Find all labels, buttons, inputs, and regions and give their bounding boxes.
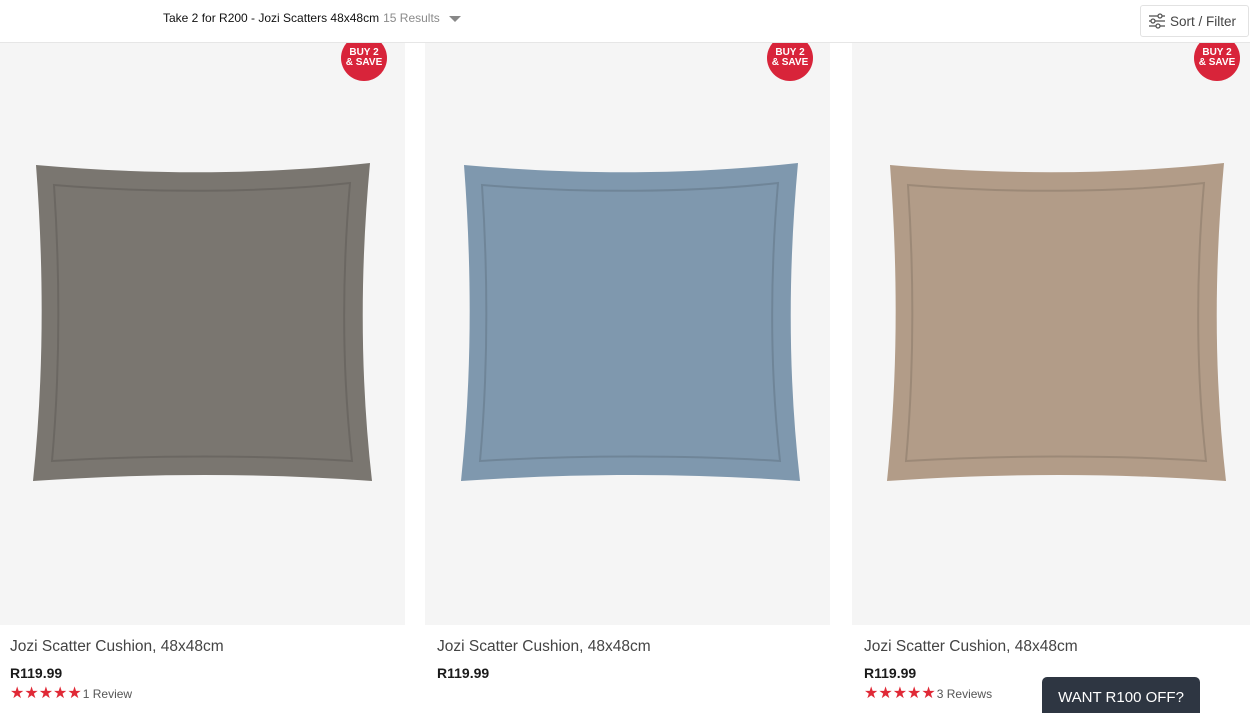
product-card[interactable]: BUY 2 & SAVE Jozi Scatter Cushion, 48x48… xyxy=(425,43,830,713)
top-bar: Take 2 for R200 - Jozi Scatters 48x48cm … xyxy=(0,0,1250,43)
chevron-down-icon[interactable] xyxy=(448,15,461,22)
product-image[interactable]: BUY 2 & SAVE xyxy=(0,43,405,625)
star-icon: ★ xyxy=(921,685,936,702)
buy2-save-badge: BUY 2 & SAVE xyxy=(1194,43,1240,81)
star-icon: ★ xyxy=(67,685,82,702)
star-icon: ★ xyxy=(24,685,39,702)
discount-promo-button[interactable]: WANT R100 OFF? xyxy=(1042,677,1200,713)
product-title[interactable]: Jozi Scatter Cushion, 48x48cm xyxy=(437,638,651,656)
collection-title: Take 2 for R200 - Jozi Scatters 48x48cm xyxy=(163,11,380,25)
product-image[interactable]: BUY 2 & SAVE xyxy=(852,43,1250,625)
buy2-save-badge: BUY 2 & SAVE xyxy=(341,43,387,81)
product-card[interactable]: BUY 2 & SAVE Jozi Scatter Cushion, 48x48… xyxy=(852,43,1250,713)
star-icon: ★ xyxy=(53,685,68,702)
product-price: R119.99 xyxy=(864,665,917,681)
product-price: R119.99 xyxy=(437,665,490,681)
product-title[interactable]: Jozi Scatter Cushion, 48x48cm xyxy=(10,638,224,656)
buy2-save-badge: BUY 2 & SAVE xyxy=(767,43,813,81)
review-count[interactable]: 1 Review xyxy=(83,687,132,701)
star-icon: ★ xyxy=(10,685,25,702)
product-card[interactable]: BUY 2 & SAVE Jozi Scatter Cushion, 48x48… xyxy=(0,43,405,713)
cushion-image xyxy=(461,163,800,481)
star-icon: ★ xyxy=(892,685,908,702)
star-rating: ★ ★ ★ ★ ★ xyxy=(10,686,82,702)
star-icon: ★ xyxy=(878,685,893,702)
breadcrumb[interactable]: Take 2 for R200 - Jozi Scatters 48x48cm … xyxy=(163,11,461,25)
product-image[interactable]: BUY 2 & SAVE xyxy=(425,43,830,625)
cushion-image xyxy=(33,163,372,481)
star-icon: ★ xyxy=(38,685,54,702)
product-title[interactable]: Jozi Scatter Cushion, 48x48cm xyxy=(864,638,1078,656)
sort-filter-label: Sort / Filter xyxy=(1170,13,1237,29)
product-rating[interactable]: ★ ★ ★ ★ ★ 1 Review xyxy=(10,686,132,702)
sort-filter-button[interactable]: Sort / Filter xyxy=(1140,5,1249,37)
sliders-icon xyxy=(1149,13,1165,29)
product-price: R119.99 xyxy=(10,665,63,681)
star-icon: ★ xyxy=(864,685,879,702)
product-rating[interactable]: ★ ★ ★ ★ ★ 3 Reviews xyxy=(864,686,992,702)
review-count[interactable]: 3 Reviews xyxy=(937,687,992,701)
star-rating: ★ ★ ★ ★ ★ xyxy=(864,686,936,702)
star-icon: ★ xyxy=(907,685,922,702)
cushion-image xyxy=(887,163,1226,481)
results-count: 15 Results xyxy=(383,11,440,25)
